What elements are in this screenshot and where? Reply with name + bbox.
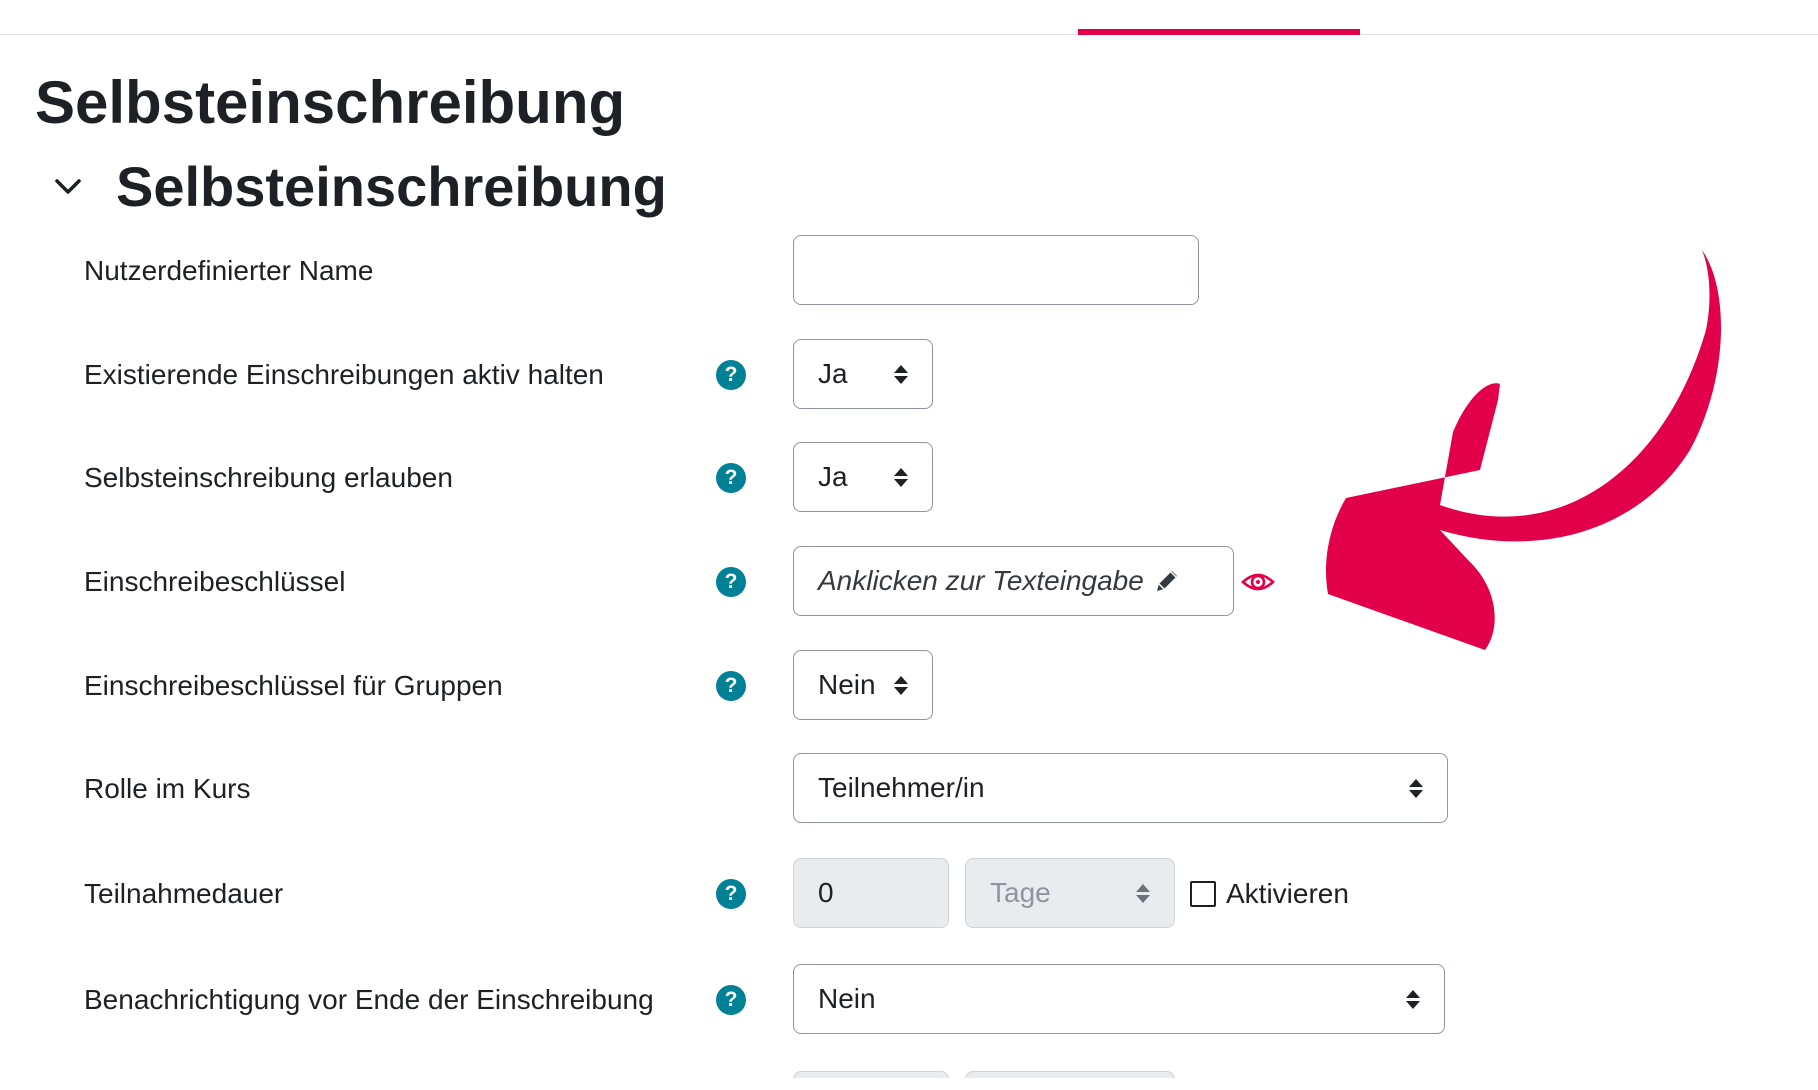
- notify-before-end-label: Benachrichtigung vor Ende der Einschreib…: [84, 984, 654, 1015]
- keep-enrolments-select[interactable]: Ja: [793, 339, 933, 409]
- group-key-label: Einschreibeschlüssel für Gruppen: [84, 670, 503, 701]
- form-row-custom-name: Nutzerdefinierter Name: [0, 235, 1500, 307]
- checkbox-icon[interactable]: [1190, 881, 1216, 907]
- form-row-allow-self-enrol: Selbsteinschreibung erlauben ? Ja: [0, 442, 1500, 514]
- duration-unit-select[interactable]: Tage: [965, 858, 1175, 928]
- section-toggle[interactable]: Selbsteinschreibung: [50, 152, 667, 222]
- duration-number-value: 0: [818, 877, 834, 908]
- section-title: Selbsteinschreibung: [116, 155, 667, 218]
- bottom-clip: [0, 1078, 1818, 1090]
- group-key-select[interactable]: Nein: [793, 650, 933, 720]
- custom-name-label: Nutzerdefinierter Name: [84, 255, 374, 286]
- form-row-group-key: Einschreibeschlüssel für Gruppen ? Nein: [0, 650, 1500, 722]
- allow-self-enrol-value: Ja: [818, 461, 848, 492]
- notify-before-end-value: Nein: [818, 983, 876, 1014]
- course-role-value: Teilnehmer/in: [818, 772, 985, 803]
- pencil-icon[interactable]: [1152, 566, 1182, 596]
- help-icon[interactable]: ?: [716, 360, 746, 390]
- form-row-duration: Teilnahmedauer ? 0 Tage Aktivieren: [0, 858, 1500, 930]
- select-caret-icon: [1406, 987, 1420, 1011]
- form-row-enrol-key: Einschreibeschlüssel ? Anklicken zur Tex…: [0, 546, 1500, 618]
- allow-self-enrol-select[interactable]: Ja: [793, 442, 933, 512]
- notify-before-end-select[interactable]: Nein: [793, 964, 1445, 1034]
- help-icon[interactable]: ?: [716, 671, 746, 701]
- help-icon[interactable]: ?: [716, 463, 746, 493]
- enrol-key-input[interactable]: Anklicken zur Texteingabe: [793, 546, 1234, 616]
- custom-name-input[interactable]: [793, 235, 1199, 305]
- keep-enrolments-label: Existierende Einschreibungen aktiv halte…: [84, 359, 604, 390]
- keep-enrolments-value: Ja: [818, 358, 848, 389]
- enrol-key-label: Einschreibeschlüssel: [84, 566, 346, 597]
- duration-number-input[interactable]: 0: [793, 858, 949, 928]
- form-row-keep-enrolments: Existierende Einschreibungen aktiv halte…: [0, 339, 1500, 411]
- select-caret-icon: [894, 673, 908, 697]
- group-key-value: Nein: [818, 669, 876, 700]
- page-title: Selbsteinschreibung: [35, 69, 626, 136]
- allow-self-enrol-label: Selbsteinschreibung erlauben: [84, 462, 453, 493]
- active-tab-indicator: [1078, 29, 1360, 35]
- duration-label: Teilnahmedauer: [84, 878, 284, 909]
- select-caret-icon: [894, 465, 908, 489]
- form-row-course-role: Rolle im Kurs Teilnehmer/in: [0, 753, 1500, 825]
- help-icon[interactable]: ?: [716, 567, 746, 597]
- duration-enable-label: Aktivieren: [1226, 878, 1349, 909]
- top-divider: [0, 34, 1818, 35]
- course-role-select[interactable]: Teilnehmer/in: [793, 753, 1448, 823]
- duration-unit-value: Tage: [990, 877, 1051, 908]
- help-icon[interactable]: ?: [716, 985, 746, 1015]
- chevron-down-icon[interactable]: [50, 169, 86, 205]
- select-caret-icon: [1136, 881, 1150, 905]
- enrol-key-placeholder: Anklicken zur Texteingabe: [818, 565, 1144, 596]
- duration-enable-checkbox[interactable]: Aktivieren: [1190, 858, 1349, 930]
- select-caret-icon: [894, 362, 908, 386]
- form-row-notify-before-end: Benachrichtigung vor Ende der Einschreib…: [0, 964, 1500, 1036]
- help-icon[interactable]: ?: [716, 879, 746, 909]
- course-role-label: Rolle im Kurs: [84, 773, 251, 804]
- select-caret-icon: [1409, 776, 1423, 800]
- eye-icon[interactable]: [1240, 564, 1276, 600]
